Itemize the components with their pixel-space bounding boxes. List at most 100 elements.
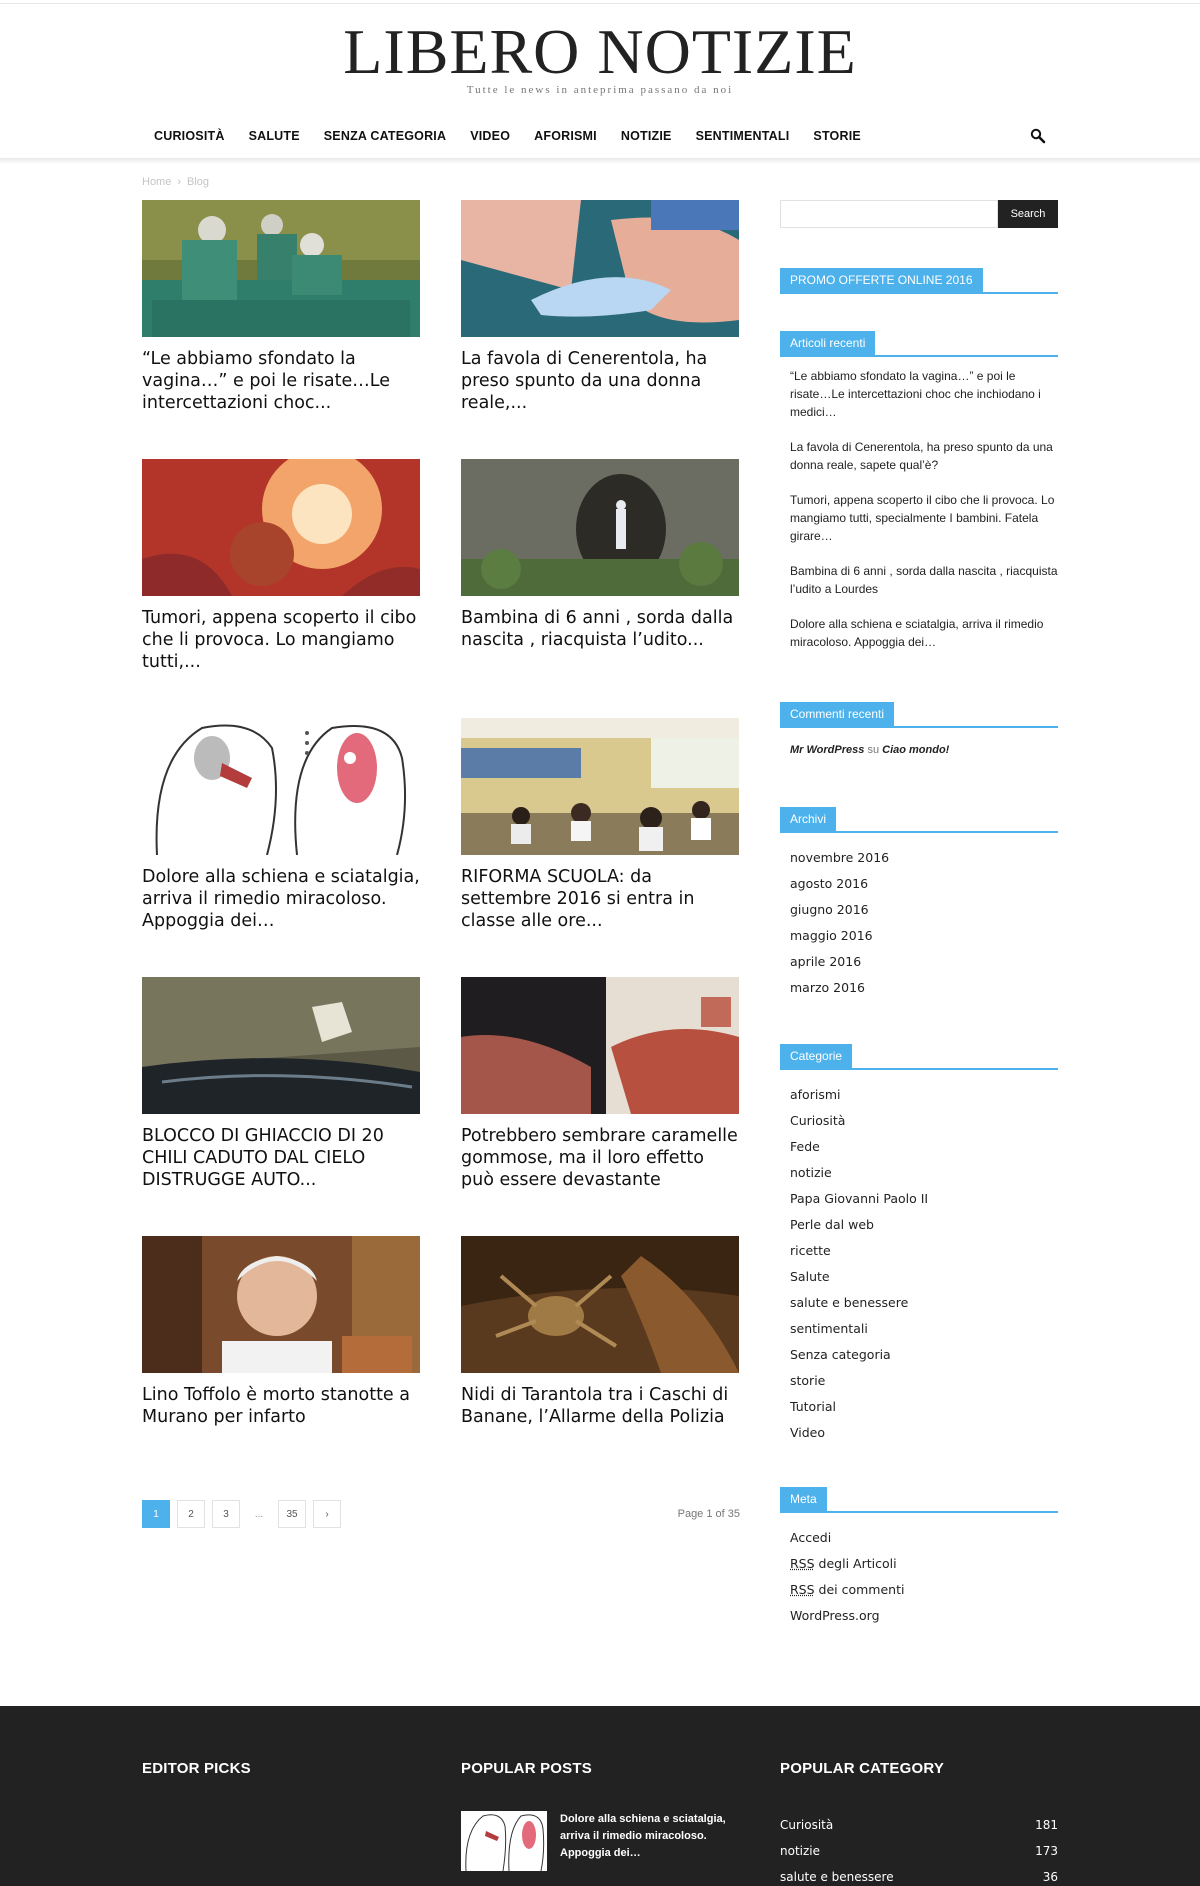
page-1-button[interactable]: 1 [142, 1500, 170, 1528]
category-link[interactable]: salute e benessere [790, 1295, 908, 1310]
post-title[interactable]: Tumori, appena scoperto il cibo che li p… [142, 607, 420, 673]
archive-link[interactable]: agosto 2016 [790, 876, 868, 891]
post-thumbnail-tarantula[interactable] [461, 1236, 739, 1373]
popular-category-row[interactable]: Curiosità 181 [780, 1818, 1058, 1832]
recent-post-link[interactable]: “Le abbiamo sfondato la vagina…” e poi l… [790, 367, 1060, 421]
post-card: Nidi di Tarantola tra i Caschi di Banane… [461, 1236, 739, 1428]
post-thumbnail-lourdes[interactable] [461, 459, 739, 596]
category-link[interactable]: ricette [790, 1243, 831, 1258]
header-divider [0, 158, 1200, 164]
post-thumbnail-portrait[interactable] [142, 1236, 420, 1373]
header-search-button[interactable] [1020, 120, 1056, 152]
category-link[interactable]: aforismi [790, 1087, 840, 1102]
post-title[interactable]: RIFORMA SCUOLA: da settembre 2016 si ent… [461, 866, 739, 932]
popular-category-count: 173 [1035, 1844, 1058, 1858]
meta-rss-comments-link[interactable]: RSS dei commenti [790, 1582, 904, 1597]
page-last-button[interactable]: 35 [278, 1500, 306, 1528]
post-card: La favola di Cenerentola, ha preso spunt… [461, 200, 739, 414]
menu-item-aforismi[interactable]: AFORISMI [534, 129, 597, 143]
archive-link[interactable]: giugno 2016 [790, 902, 869, 917]
widget-title-label: Articoli recenti [780, 331, 876, 355]
popular-category-row[interactable]: salute e benessere 36 [780, 1870, 1058, 1884]
post-thumbnail-classroom[interactable] [461, 718, 739, 855]
post-thumbnail-ice-car[interactable] [142, 977, 420, 1114]
post-card: “Le abbiamo sfondato la vagina…” e poi l… [142, 200, 420, 414]
archive-link[interactable]: novembre 2016 [790, 850, 889, 865]
post-title[interactable]: BLOCCO DI GHIACCIO DI 20 CHILI CADUTO DA… [142, 1125, 420, 1191]
site-logo[interactable]: LIBERO NOTIZIE [0, 16, 1200, 88]
menu-item-salute[interactable]: SALUTE [249, 129, 300, 143]
post-thumbnail-skin[interactable] [461, 977, 739, 1114]
comment-author-link[interactable]: Mr WordPress [790, 744, 864, 756]
widget-title-recent-comments: Commenti recenti [780, 702, 1058, 728]
breadcrumb: Home › Blog [142, 176, 209, 188]
category-link[interactable]: Salute [790, 1269, 830, 1284]
page-ellipsis: ... [254, 1508, 264, 1520]
menu-item-sentimentali[interactable]: SENTIMENTALI [696, 129, 790, 143]
popular-post-thumbnail[interactable] [461, 1811, 547, 1871]
post-thumbnail-sciatica[interactable] [142, 718, 420, 855]
page-2-button[interactable]: 2 [177, 1500, 205, 1528]
menu-item-video[interactable]: VIDEO [470, 129, 510, 143]
category-link[interactable]: Papa Giovanni Paolo II [790, 1191, 928, 1206]
post-thumbnail-surgery[interactable] [142, 200, 420, 337]
page-info: Page 1 of 35 [677, 1508, 740, 1520]
menu-item-senza-categoria[interactable]: SENZA CATEGORIA [324, 129, 446, 143]
footer-popular-category-title: POPULAR CATEGORY [780, 1760, 945, 1777]
sidebar-search-button[interactable]: Search [998, 200, 1058, 228]
category-link[interactable]: Tutorial [790, 1399, 836, 1414]
post-card: Dolore alla schiena e sciatalgia, arriva… [142, 718, 420, 932]
archive-link[interactable]: aprile 2016 [790, 954, 861, 969]
category-link[interactable]: notizie [790, 1165, 832, 1180]
meta-wordpress-link[interactable]: WordPress.org [790, 1608, 880, 1623]
category-link[interactable]: storie [790, 1373, 825, 1388]
menu-item-notizie[interactable]: NOTIZIE [621, 129, 672, 143]
popular-category-row[interactable]: notizie 173 [780, 1844, 1058, 1858]
post-title[interactable]: La favola di Cenerentola, ha preso spunt… [461, 348, 739, 414]
top-border [0, 0, 1200, 4]
recent-post-link[interactable]: La favola di Cenerentola, ha preso spunt… [790, 438, 1060, 474]
popular-category-name: salute e benessere [780, 1870, 894, 1884]
category-link[interactable]: sentimentali [790, 1321, 868, 1336]
menu-item-curiosita[interactable]: CURIOSITÀ [154, 129, 225, 143]
widget-title-categories: Categorie [780, 1044, 1058, 1070]
category-link[interactable]: Fede [790, 1139, 820, 1154]
archive-link[interactable]: marzo 2016 [790, 980, 865, 995]
widget-title-label: Categorie [780, 1044, 853, 1068]
page-3-button[interactable]: 3 [212, 1500, 240, 1528]
meta-rss-posts-link[interactable]: RSS degli Articoli [790, 1556, 897, 1571]
meta-login-link[interactable]: Accedi [790, 1530, 831, 1545]
archive-link[interactable]: maggio 2016 [790, 928, 873, 943]
category-link[interactable]: Senza categoria [790, 1347, 891, 1362]
sidebar-search-input[interactable] [780, 200, 998, 228]
popular-category-count: 181 [1035, 1818, 1058, 1832]
breadcrumb-separator: › [177, 176, 182, 188]
recent-post-link[interactable]: Bambina di 6 anni , sorda dalla nascita … [790, 562, 1060, 598]
post-title[interactable]: Lino Toffolo è morto stanotte a Murano p… [142, 1384, 420, 1428]
widget-title-promo: PROMO OFFERTE ONLINE 2016 [780, 268, 1058, 294]
next-page-button[interactable]: › [313, 1500, 341, 1528]
popular-category-count: 36 [1042, 1870, 1058, 1884]
category-link[interactable]: Perle dal web [790, 1217, 874, 1232]
recent-post-link[interactable]: Tumori, appena scoperto il cibo che li p… [790, 491, 1060, 545]
category-link[interactable]: Curiosità [790, 1113, 845, 1128]
post-title[interactable]: “Le abbiamo sfondato la vagina…” e poi l… [142, 348, 420, 414]
comment-post-link[interactable]: Ciao mondo! [882, 744, 949, 756]
popular-category-name: Curiosità [780, 1818, 834, 1832]
post-thumbnail-tumor[interactable] [142, 459, 420, 596]
widget-title-meta: Meta [780, 1487, 1058, 1513]
post-title[interactable]: Nidi di Tarantola tra i Caschi di Banane… [461, 1384, 739, 1428]
popular-post-title[interactable]: Dolore alla schiena e sciatalgia, arriva… [560, 1811, 730, 1862]
post-card: Lino Toffolo è morto stanotte a Murano p… [142, 1236, 420, 1428]
category-link[interactable]: Video [790, 1425, 825, 1440]
post-thumbnail-cinderella[interactable] [461, 200, 739, 337]
comment-on-label: su [867, 744, 880, 756]
post-title[interactable]: Dolore alla schiena e sciatalgia, arriva… [142, 866, 420, 932]
breadcrumb-home[interactable]: Home [142, 176, 171, 188]
menu-item-storie[interactable]: STORIE [813, 129, 861, 143]
post-title[interactable]: Potrebbero sembrare caramelle gommose, m… [461, 1125, 739, 1191]
recent-post-link[interactable]: Dolore alla schiena e sciatalgia, arriva… [790, 615, 1060, 651]
site-tagline: Tutte le news in anteprima passano da no… [466, 84, 734, 96]
widget-title-label: Commenti recenti [780, 702, 895, 726]
post-title[interactable]: Bambina di 6 anni , sorda dalla nascita … [461, 607, 739, 651]
